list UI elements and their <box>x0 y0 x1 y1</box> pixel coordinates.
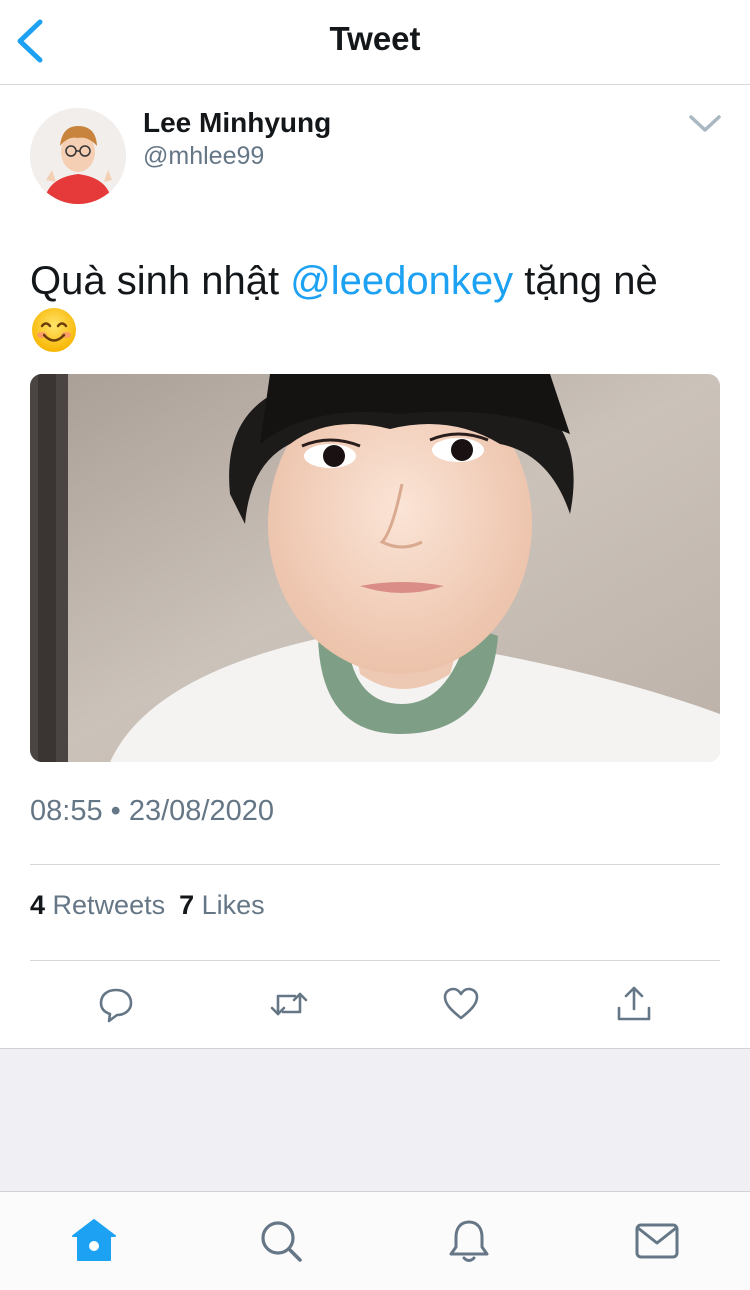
divider <box>30 960 720 961</box>
reply-button[interactable] <box>96 984 136 1024</box>
tweet-text-part: tặng nè <box>513 259 658 303</box>
likes-stat[interactable]: 7 Likes <box>179 890 265 920</box>
home-icon <box>72 1219 116 1261</box>
tab-home[interactable] <box>69 1216 119 1266</box>
envelope-icon <box>635 1223 679 1259</box>
retweet-button[interactable] <box>269 984 309 1024</box>
retweet-icon <box>270 992 308 1016</box>
bell-icon <box>449 1220 489 1262</box>
author-name[interactable]: Lee Minhyung <box>143 107 331 139</box>
share-icon <box>617 986 651 1021</box>
avatar[interactable] <box>30 108 126 204</box>
share-button[interactable] <box>614 984 654 1024</box>
tab-bar <box>0 1191 750 1290</box>
empty-content-area <box>0 1048 750 1191</box>
likes-count: 7 <box>179 890 195 920</box>
retweets-stat[interactable]: 4 Retweets <box>30 890 165 920</box>
heart-icon <box>443 987 479 1020</box>
likes-label: Likes <box>201 890 265 920</box>
tweet-actions <box>0 978 750 1030</box>
like-button[interactable] <box>441 984 481 1024</box>
chevron-down-icon <box>689 115 721 132</box>
tab-notifications[interactable] <box>444 1216 494 1266</box>
avatar-image <box>30 108 126 204</box>
reply-icon <box>99 988 133 1023</box>
tweet-stats: 4 Retweets 7 Likes <box>30 890 265 921</box>
divider <box>30 864 720 865</box>
retweets-count: 4 <box>30 890 46 920</box>
tab-search[interactable] <box>256 1216 306 1266</box>
tweet-text-part: Quà sinh nhật <box>30 259 291 303</box>
tab-messages[interactable] <box>632 1216 682 1266</box>
more-options-button[interactable] <box>688 112 722 136</box>
retweets-label: Retweets <box>52 890 166 920</box>
page-title: Tweet <box>329 20 421 57</box>
photo-image <box>30 374 720 762</box>
tweet-timestamp: 08:55 • 23/08/2020 <box>30 795 274 827</box>
smiling-face-emoji <box>30 306 78 366</box>
author-handle[interactable]: @mhlee99 <box>143 142 264 171</box>
search-icon <box>261 1221 302 1262</box>
mention-link[interactable]: @leedonkey <box>290 259 513 303</box>
tweet-text: Quà sinh nhật @leedonkey tặng nè <box>30 256 720 366</box>
tweet-photo[interactable] <box>30 374 720 762</box>
nav-bar: Tweet <box>0 0 750 85</box>
